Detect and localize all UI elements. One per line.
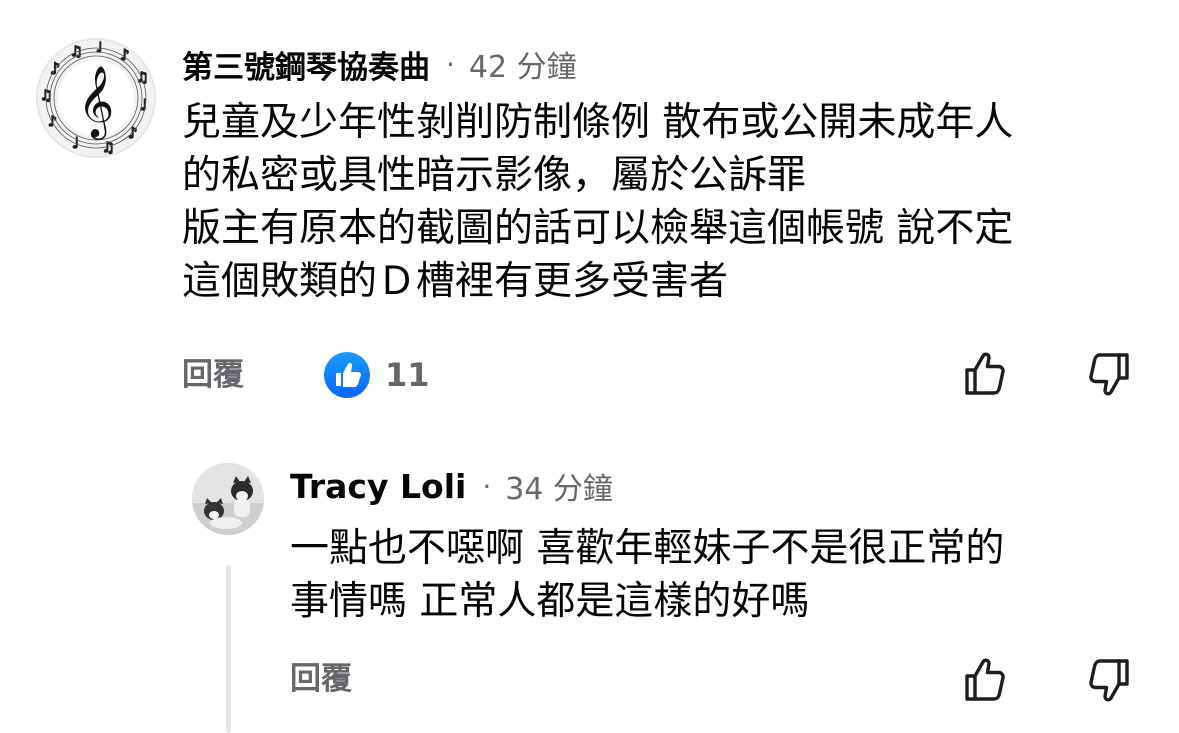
svg-text:♪: ♪ — [128, 124, 138, 142]
reply-avatar[interactable] — [192, 463, 264, 535]
comment-author-name[interactable]: 第三號鋼琴協奏曲 — [182, 42, 430, 87]
svg-text:♫: ♫ — [136, 70, 149, 86]
thumbs-up-icon — [336, 362, 361, 387]
reply-line: 一點也不噁啊 喜歡年輕妹子不是很正常的 — [290, 526, 1005, 571]
reply-button[interactable]: 回覆 — [182, 352, 244, 398]
thumbs-up-outline-icon — [965, 352, 1005, 395]
thumbs-down-outline-icon — [1089, 353, 1129, 396]
comment-timestamp[interactable]: 42 分鐘 — [469, 42, 577, 86]
upvote-button[interactable] — [962, 348, 1010, 398]
like-reaction-badge[interactable] — [324, 352, 370, 398]
thumbs-down-outline-icon — [1089, 659, 1129, 702]
downvote-button[interactable] — [1084, 350, 1132, 400]
separator-dot: · — [482, 469, 492, 503]
comment-line: 的私密或具性暗示影像，屬於公訴罪 — [182, 153, 807, 198]
reply-button[interactable]: 回覆 — [290, 656, 352, 702]
thumbs-up-outline-icon — [965, 658, 1005, 701]
comment-header: 第三號鋼琴協奏曲 · 42 分鐘 — [182, 40, 577, 88]
commenter-avatar[interactable]: ♪ ♫ ♩ ♪ ♫ ♩ ♪ ♫ ♩ ♪ ♫ 𝄞 — [36, 38, 156, 158]
reply-author-name[interactable]: Tracy Loli — [290, 467, 466, 506]
like-count[interactable]: 11 — [385, 352, 430, 398]
treble-clef-icon: ♪ ♫ ♩ ♪ ♫ ♩ ♪ ♫ ♩ ♪ ♫ 𝄞 — [39, 39, 149, 156]
reply-thread-line — [226, 565, 231, 733]
reply-header: Tracy Loli · 34 分鐘 — [290, 462, 613, 510]
comment-line: 兒童及少年性剝削防制條例 散布或公開未成年人 — [182, 100, 1014, 145]
downvote-button[interactable] — [1084, 656, 1132, 706]
reply-timestamp[interactable]: 34 分鐘 — [505, 464, 613, 508]
separator-dot: · — [446, 47, 455, 81]
svg-text:𝄞: 𝄞 — [78, 64, 115, 140]
comment-body: 兒童及少年性剝削防制條例 散布或公開未成年人 的私密或具性暗示影像，屬於公訴罪 … — [182, 96, 1142, 308]
upvote-button[interactable] — [962, 654, 1010, 704]
comment-line: 版主有原本的截圖的話可以檢舉這個帳號 說不定 — [182, 206, 1014, 251]
cats-photo-avatar — [192, 463, 264, 535]
reply-body: 一點也不噁啊 喜歡年輕妹子不是很正常的 事情嗎 正常人都是這樣的好嗎 — [290, 522, 1150, 628]
reply-line: 事情嗎 正常人都是這樣的好嗎 — [290, 579, 810, 624]
comment-line: 這個敗類的Ｄ槽裡有更多受害者 — [182, 259, 729, 304]
